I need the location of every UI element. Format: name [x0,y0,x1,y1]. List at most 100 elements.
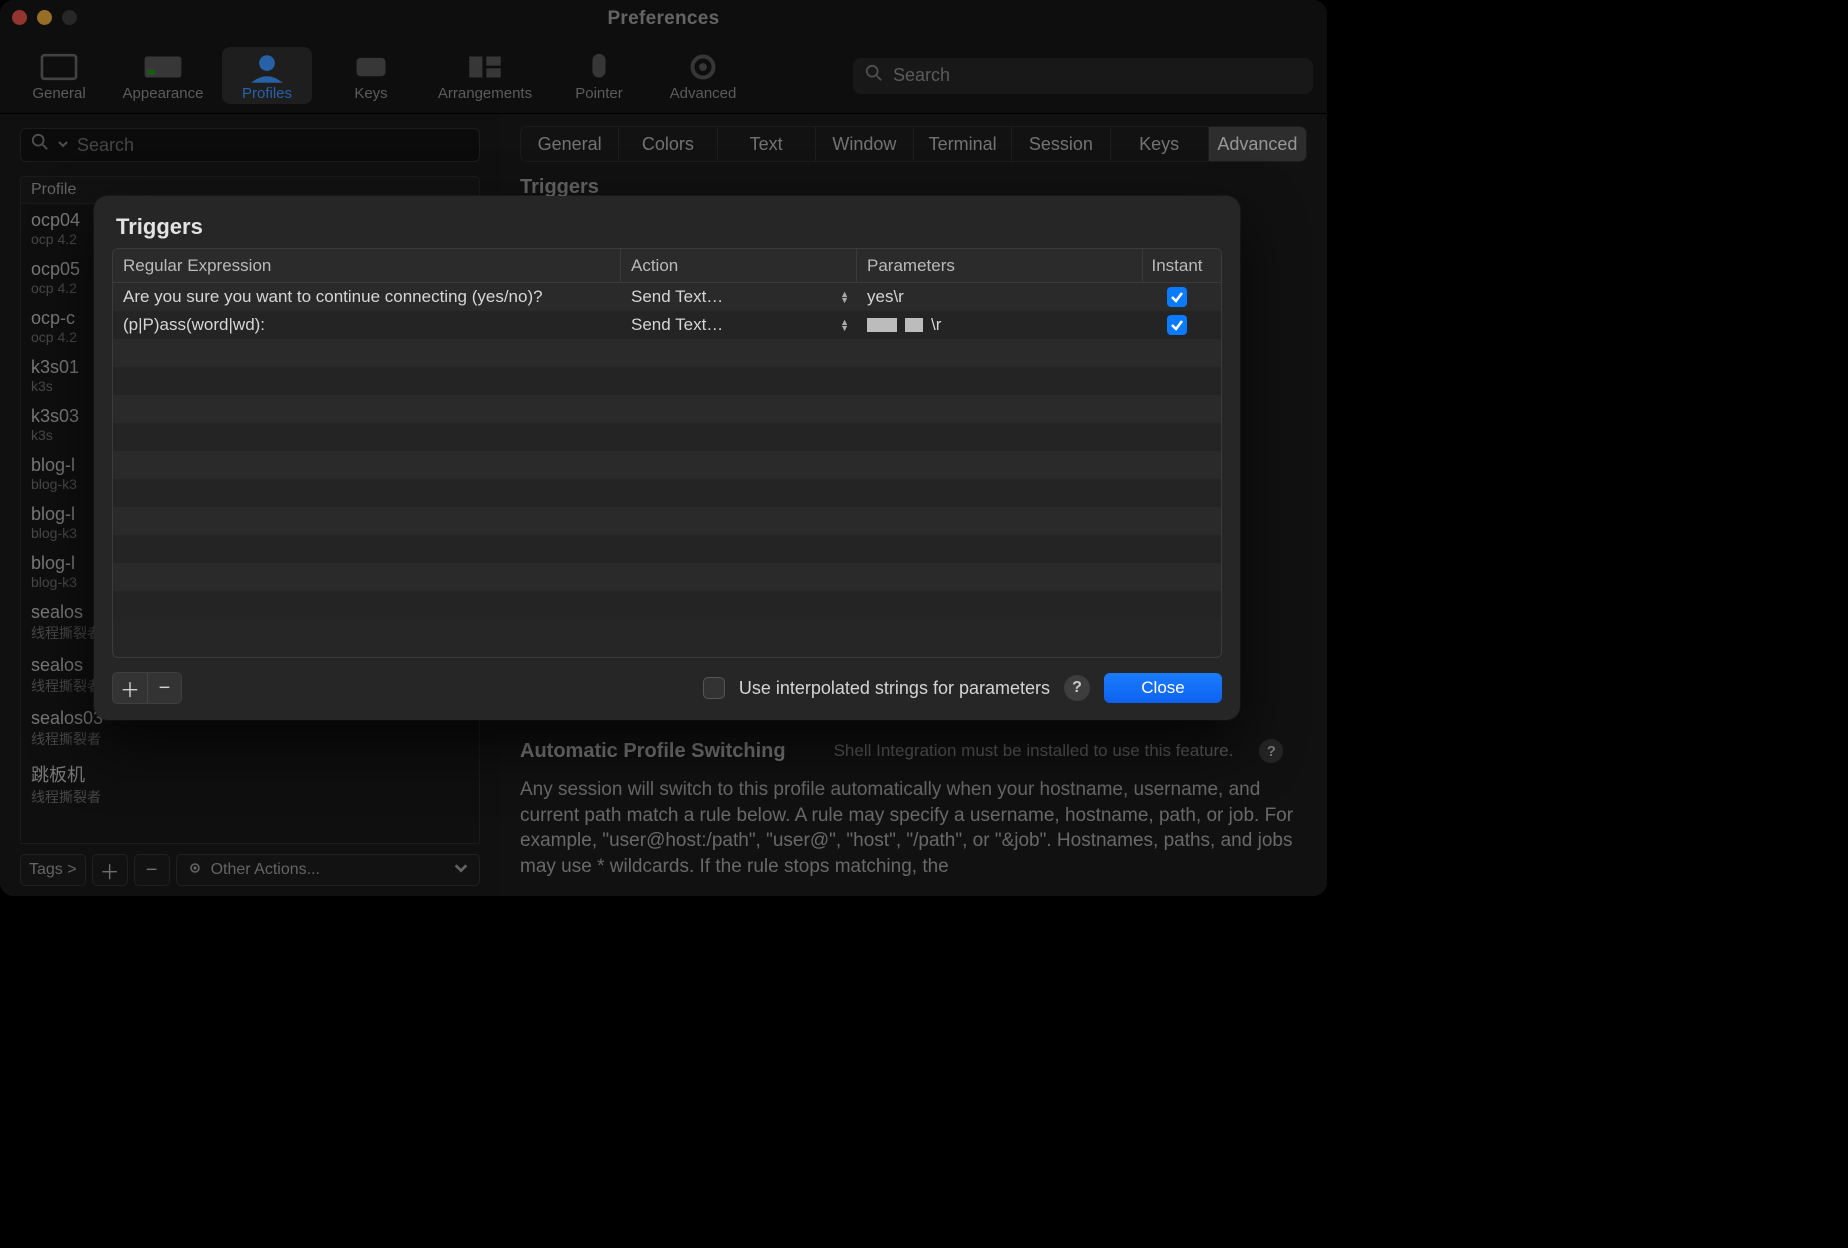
trigger-row[interactable]: (p|P)ass(word|wd): Send Text… ▲▼ \r [113,311,1221,339]
trigger-row-empty [113,563,1221,591]
col-header-instant[interactable]: Instant [1143,249,1211,282]
trigger-row[interactable]: Are you sure you want to continue connec… [113,283,1221,311]
close-window-button[interactable] [12,10,27,25]
sidebar-search-placeholder: Search [77,135,134,156]
subtab-terminal[interactable]: Terminal [914,127,1012,161]
cell-params[interactable]: \r [857,311,1143,339]
select-arrows-icon: ▲▼ [840,319,849,331]
toolbar-tab-arrangements-label: Arrangements [438,85,532,102]
pointer-icon [578,51,620,83]
cell-params[interactable]: yes\r [857,283,1143,311]
toolbar-tab-pointer-label: Pointer [575,85,623,102]
preferences-window: Preferences General Appearance Profiles [0,0,1327,896]
trigger-row-empty [113,423,1221,451]
triggers-table: Regular Expression Action Parameters Ins… [112,248,1222,658]
help-icon[interactable]: ? [1259,739,1283,763]
subtab-session[interactable]: Session [1012,127,1110,161]
subtab-text[interactable]: Text [718,127,816,161]
prefs-toolbar: General Appearance Profiles Keys Arrange… [0,38,1327,114]
add-trigger-button[interactable]: ＋ [113,673,147,703]
trigger-row-empty [113,395,1221,423]
search-icon [31,133,49,157]
arrangements-icon [464,51,506,83]
general-icon [38,51,80,83]
subtab-keys[interactable]: Keys [1111,127,1209,161]
trigger-row-empty [113,451,1221,479]
toolbar-tab-appearance[interactable]: Appearance [118,47,208,104]
triggers-sheet-footer: ＋ − Use interpolated strings for paramet… [94,658,1240,720]
redacted-block [905,318,923,332]
chevron-down-icon [57,134,69,156]
trigger-row-empty [113,591,1221,619]
plus-icon: ＋ [100,856,120,885]
close-button[interactable]: Close [1104,673,1222,703]
cell-regex[interactable]: Are you sure you want to continue connec… [113,283,621,311]
help-icon[interactable]: ? [1064,675,1090,701]
remove-profile-button[interactable]: − [134,854,170,886]
gear-icon [187,860,203,881]
col-header-action[interactable]: Action [621,249,857,282]
other-actions-label: Other Actions... [211,861,320,879]
minimize-window-button[interactable] [37,10,52,25]
toolbar-tab-pointer[interactable]: Pointer [554,47,644,104]
subtab-window[interactable]: Window [816,127,914,161]
remove-trigger-button[interactable]: − [147,673,181,703]
toolbar-tab-advanced-label: Advanced [670,85,737,102]
appearance-icon [142,51,184,83]
profile-row[interactable]: 跳板机线程撕裂者 [21,755,479,813]
col-header-params[interactable]: Parameters [857,249,1143,282]
minus-icon: − [159,677,171,700]
toolbar-search-placeholder: Search [893,65,1301,86]
toolbar-tab-keys-label: Keys [354,85,387,102]
trigger-row-empty [113,535,1221,563]
toolbar-search-input[interactable]: Search [853,58,1313,94]
sidebar-actions: Tags > ＋ − Other Actions... [20,854,480,886]
triggers-sheet: Triggers Regular Expression Action Param… [94,196,1240,720]
checkbox-checked-icon [1167,287,1187,307]
select-arrows-icon: ▲▼ [840,291,849,303]
search-icon [865,64,883,88]
traffic-lights [12,10,77,25]
toolbar-tab-profiles[interactable]: Profiles [222,47,312,104]
other-actions-dropdown[interactable]: Other Actions... [176,854,480,886]
toolbar-tab-general[interactable]: General [14,47,104,104]
triggers-table-header: Regular Expression Action Parameters Ins… [113,249,1221,283]
profile-subtabs: General Colors Text Window Terminal Sess… [520,126,1307,162]
toolbar-tab-advanced[interactable]: Advanced [658,47,748,104]
cell-action-select[interactable]: Send Text… ▲▼ [621,283,857,311]
toolbar-tab-profiles-label: Profiles [242,85,292,102]
redacted-block [867,318,897,332]
titlebar: Preferences [0,0,1327,38]
interp-checkbox[interactable] [703,677,725,699]
keys-icon [350,51,392,83]
toolbar-tab-keys[interactable]: Keys [326,47,416,104]
trigger-row-empty [113,339,1221,367]
toolbar-tab-appearance-label: Appearance [123,85,204,102]
toolbar-tab-arrangements[interactable]: Arrangements [430,47,540,104]
add-profile-button[interactable]: ＋ [92,854,128,886]
aps-body: Any session will switch to this profile … [520,777,1307,880]
cell-instant-checkbox[interactable] [1143,283,1211,311]
cell-action-select[interactable]: Send Text… ▲▼ [621,311,857,339]
sidebar-search-input[interactable]: Search [20,128,480,162]
col-header-regex[interactable]: Regular Expression [113,249,621,282]
window-title: Preferences [0,8,1327,30]
trigger-row-empty [113,507,1221,535]
tags-button[interactable]: Tags > [20,854,86,886]
minus-icon: − [146,859,158,882]
checkbox-checked-icon [1167,315,1187,335]
add-remove-trigger-group: ＋ − [112,672,182,704]
plus-icon: ＋ [120,674,140,703]
toolbar-tab-general-label: General [32,85,85,102]
cell-instant-checkbox[interactable] [1143,311,1211,339]
aps-title: Automatic Profile Switching [520,740,786,763]
subtab-advanced[interactable]: Advanced [1209,127,1306,161]
subtab-colors[interactable]: Colors [619,127,717,161]
aps-section: Automatic Profile Switching Shell Integr… [520,739,1307,880]
subtab-general[interactable]: General [521,127,619,161]
triggers-sheet-title: Triggers [94,196,1240,248]
interp-label: Use interpolated strings for parameters [739,678,1050,699]
cell-regex[interactable]: (p|P)ass(word|wd): [113,311,621,339]
zoom-window-button[interactable] [62,10,77,25]
trigger-row-empty [113,479,1221,507]
